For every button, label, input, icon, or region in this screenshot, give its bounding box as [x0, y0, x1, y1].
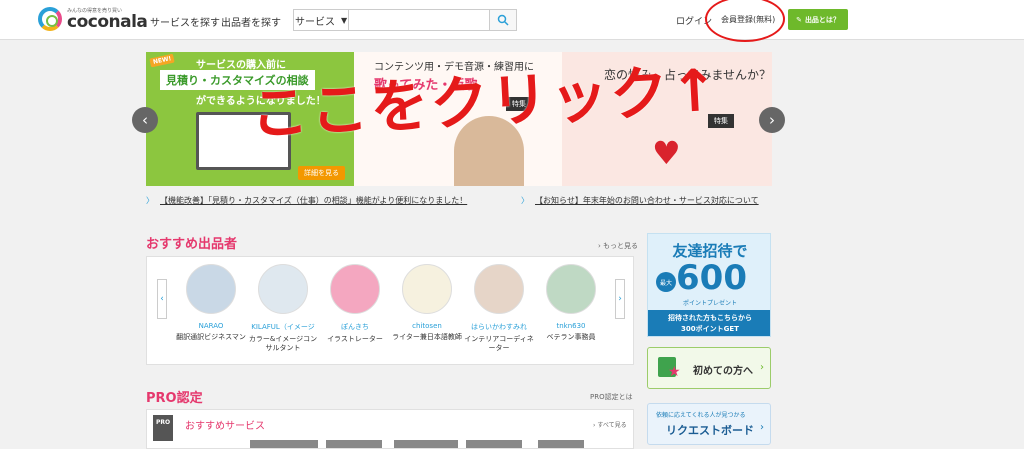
chevron-right-icon: ›	[769, 111, 775, 129]
pro-all-label: すべて見る	[597, 422, 627, 429]
invite-points-label: ポイントプレゼント	[682, 300, 737, 307]
news-item-2[interactable]: 〉【お知らせ】年末年始のお問い合わせ・サービス対応について	[521, 195, 759, 206]
seller-avatar	[474, 264, 524, 314]
seller-card[interactable]: chitosen ライター兼日本語教師	[391, 264, 463, 342]
seller-description: イラストレーター	[327, 335, 383, 343]
seller-name: はらいかわすみれ	[471, 323, 527, 331]
seller-avatar	[258, 264, 308, 314]
seller-avatar	[186, 264, 236, 314]
pro-recommended-title: おすすめサービス	[185, 421, 265, 432]
seller-name: tnkn630	[556, 322, 586, 330]
slide1-detail-button[interactable]: 詳細を見る	[298, 166, 345, 180]
star-icon: ★	[668, 364, 681, 380]
service-thumbnail[interactable]	[326, 440, 382, 448]
seller-card[interactable]: KILAFUL（イメージ カラー&イメージコンサルタント	[247, 264, 319, 353]
pro-section-title: PRO認定	[146, 391, 203, 406]
seller-description: カラー&イメージコンサルタント	[248, 335, 318, 352]
search-category-label: サービス	[295, 16, 336, 28]
service-thumbnail[interactable]	[250, 440, 318, 448]
sellers-more-link[interactable]: › もっと見る	[598, 241, 638, 251]
news-text-2: 【お知らせ】年末年始のお問い合わせ・サービス対応について	[535, 196, 759, 205]
logo-name: coconala	[67, 12, 148, 32]
search-button[interactable]	[489, 10, 516, 30]
chevron-right-icon: 〉	[146, 196, 154, 205]
service-thumbnail[interactable]	[466, 440, 522, 448]
pro-all-link[interactable]: › すべて見る	[593, 420, 627, 429]
nav-find-sellers[interactable]: 出品者を探す	[221, 14, 281, 29]
seller-card[interactable]: ぽんきち イラストレーター	[319, 264, 391, 344]
new-badge: NEW!	[149, 53, 176, 68]
sellers-more-label: もっと見る	[603, 242, 639, 250]
pro-about-link[interactable]: PRO認定とは	[590, 392, 633, 402]
seller-card[interactable]: tnkn630 ベテラン事務員	[535, 264, 607, 342]
seller-name: chitosen	[412, 322, 442, 330]
sellers-prev-button[interactable]: ‹	[157, 279, 167, 319]
invite-band-line1: 招待された方もこちらから	[668, 314, 752, 322]
service-thumbnail[interactable]	[394, 440, 458, 448]
request-board-banner[interactable]: 依頼に応えてくれる人が見つかる リクエストボード ›	[647, 403, 771, 445]
seller-description: インテリアコーディネーター	[464, 335, 534, 352]
invite-band: 招待された方もこちらから 300ポイントGET	[648, 310, 770, 336]
news-text-1: 【機能改善】「見積り・カスタマイズ（仕事）の相談」機能がより便利になりました！	[160, 196, 468, 205]
first-time-banner[interactable]: ★ 初めての方へ ›	[647, 347, 771, 389]
first-time-label: 初めての方へ	[693, 366, 753, 377]
chevron-right-icon: 〉	[521, 196, 529, 205]
invite-friend-banner[interactable]: 友達招待で 最大 600 ポイントプレゼント 招待された方もこちらから 300ポ…	[647, 233, 771, 337]
sell-info-label: 出品とは？	[804, 15, 840, 24]
seller-card[interactable]: NARAO 翻訳通訳ビジネスマン	[175, 264, 247, 342]
sell-info-button[interactable]: ✎ 出品とは？	[788, 9, 848, 30]
carousel-prev-button[interactable]: ‹	[132, 107, 158, 133]
caret-down-icon: ▼	[341, 15, 348, 25]
request-board-title: リクエストボード	[666, 424, 754, 437]
seller-name: NARAO	[198, 322, 224, 330]
coconala-logo[interactable]: みんなの得意を売り買い coconala	[38, 7, 148, 32]
news-item-1[interactable]: 〉【機能改善】「見積り・カスタマイズ（仕事）の相談」機能がより便利になりました！	[146, 195, 467, 206]
seller-name: ぽんきち	[341, 323, 369, 331]
invite-points-number: 600	[676, 258, 747, 298]
pro-badge: PRO	[153, 415, 173, 441]
chevron-left-icon: ‹	[142, 111, 148, 129]
chevron-right-icon: ›	[760, 422, 764, 433]
invite-max-badge: 最大	[656, 272, 676, 292]
search-category-select[interactable]: サービス ▼	[294, 10, 350, 30]
seller-name: KILAFUL（イメージ	[251, 323, 315, 331]
sellers-list: ‹ NARAO 翻訳通訳ビジネスマン KILAFUL（イメージ カラー&イメージ…	[146, 256, 634, 365]
pencil-icon: ✎	[796, 15, 802, 24]
invite-band-line2: 300ポイントGET	[681, 325, 739, 333]
search-input[interactable]	[349, 10, 490, 30]
seller-description: 翻訳通訳ビジネスマン	[176, 333, 246, 341]
heart-icon: ♥	[652, 134, 681, 172]
chevron-left-icon: ‹	[160, 294, 164, 304]
request-board-subtitle: 依頼に応えてくれる人が見つかる	[656, 412, 746, 419]
chevron-right-icon: ›	[618, 294, 622, 304]
search-bar: サービス ▼	[293, 9, 517, 31]
search-icon	[497, 14, 509, 26]
carousel-next-button[interactable]: ›	[759, 107, 785, 133]
service-thumbnail[interactable]	[538, 440, 584, 448]
sellers-next-button[interactable]: ›	[615, 279, 625, 319]
recommended-sellers-title: おすすめ出品者	[146, 237, 238, 252]
seller-description: ベテラン事務員	[546, 333, 596, 341]
seller-avatar	[330, 264, 380, 314]
nav-find-services[interactable]: サービスを探す	[150, 14, 220, 29]
site-header: みんなの得意を売り買い coconala サービスを探す 出品者を探す サービス…	[0, 0, 1024, 40]
seller-avatar	[402, 264, 452, 314]
logo-mark-icon	[38, 7, 62, 31]
chevron-right-icon: ›	[760, 362, 764, 373]
seller-card[interactable]: はらいかわすみれ インテリアコーディネーター	[463, 264, 535, 353]
seller-description: ライター兼日本語教師	[392, 333, 462, 341]
seller-avatar	[546, 264, 596, 314]
